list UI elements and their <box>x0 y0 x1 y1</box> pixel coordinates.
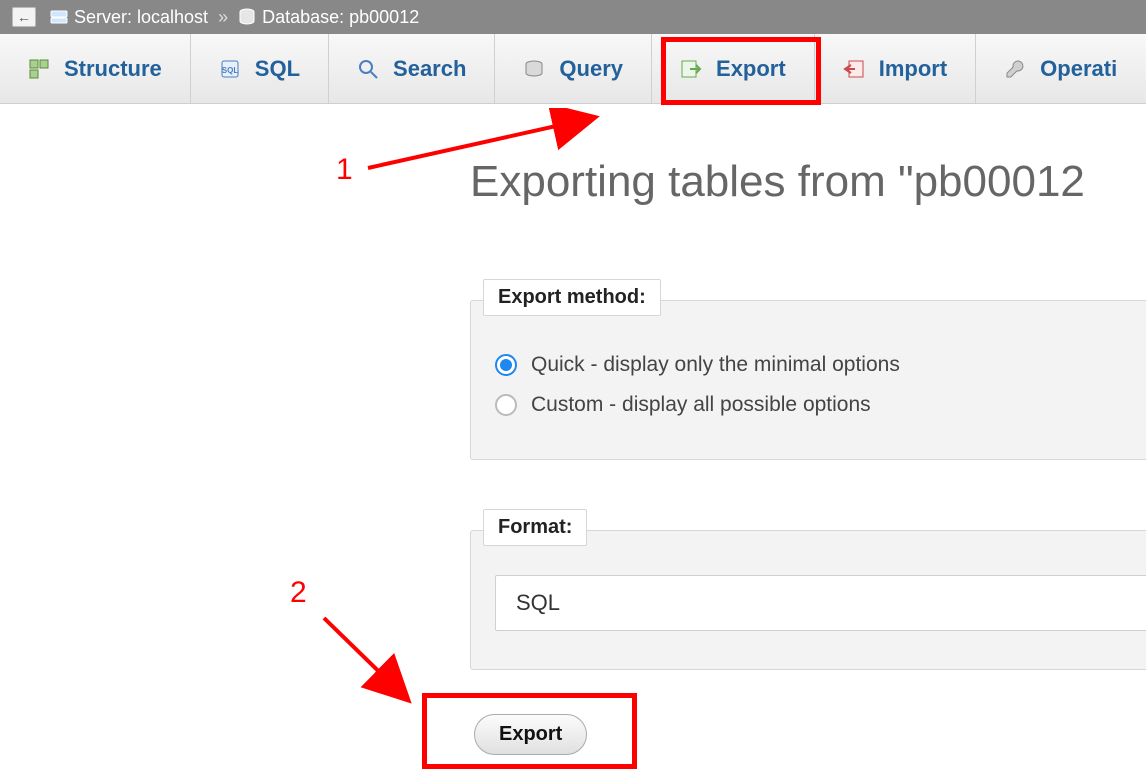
tab-label: SQL <box>255 56 300 82</box>
tab-structure[interactable]: Structure <box>0 34 191 103</box>
database-icon <box>238 8 256 26</box>
tab-label: Query <box>559 56 623 82</box>
tab-export[interactable]: Export <box>652 34 815 103</box>
annotation-arrow-2 <box>314 610 424 710</box>
breadcrumb-database-label: Database: pb00012 <box>262 7 419 28</box>
annotation-step-1: 1 <box>336 153 353 187</box>
tab-search[interactable]: Search <box>329 34 495 103</box>
radio-icon <box>495 394 517 416</box>
wrench-icon <box>1004 58 1026 80</box>
svg-text:SQL: SQL <box>222 66 239 75</box>
tab-label: Export <box>716 56 786 82</box>
tab-operations[interactable]: Operati <box>976 34 1145 103</box>
annotation-step-2: 2 <box>290 576 307 610</box>
search-icon <box>357 58 379 80</box>
tab-label: Operati <box>1040 56 1117 82</box>
export-method-custom[interactable]: Custom - display all possible options <box>495 393 1146 417</box>
import-icon <box>843 58 865 80</box>
tabbar: Structure SQL SQL Search Query Export Im… <box>0 34 1146 104</box>
breadcrumb-server-label: Server: localhost <box>74 7 208 28</box>
collapse-panel-toggle[interactable]: ← <box>12 7 36 27</box>
query-icon <box>523 58 545 80</box>
format-selected-value: SQL <box>516 590 560 616</box>
tab-label: Search <box>393 56 466 82</box>
export-button[interactable]: Export <box>474 714 587 755</box>
export-method-legend: Export method: <box>483 279 661 316</box>
export-method-quick[interactable]: Quick - display only the minimal options <box>495 353 1146 377</box>
breadcrumb: ← Server: localhost » Database: pb00012 <box>0 0 1146 34</box>
tab-query[interactable]: Query <box>495 34 652 103</box>
tab-sql[interactable]: SQL SQL <box>191 34 329 103</box>
tab-label: Import <box>879 56 947 82</box>
format-select[interactable]: SQL <box>495 575 1146 631</box>
radio-icon <box>495 354 517 376</box>
structure-icon <box>28 58 50 80</box>
export-method-panel: Export method: Quick - display only the … <box>470 300 1146 460</box>
format-panel: Format: SQL <box>470 530 1146 670</box>
radio-label: Custom - display all possible options <box>531 393 871 417</box>
server-icon <box>50 8 68 26</box>
tab-label: Structure <box>64 56 162 82</box>
format-legend: Format: <box>483 509 587 546</box>
page-title: Exporting tables from "pb00012 <box>470 157 1085 207</box>
export-icon <box>680 58 702 80</box>
breadcrumb-database[interactable]: Database: pb00012 <box>238 7 419 28</box>
sql-icon: SQL <box>219 58 241 80</box>
breadcrumb-separator: » <box>218 7 228 28</box>
breadcrumb-server[interactable]: Server: localhost <box>50 7 208 28</box>
tab-import[interactable]: Import <box>815 34 976 103</box>
radio-label: Quick - display only the minimal options <box>531 353 900 377</box>
